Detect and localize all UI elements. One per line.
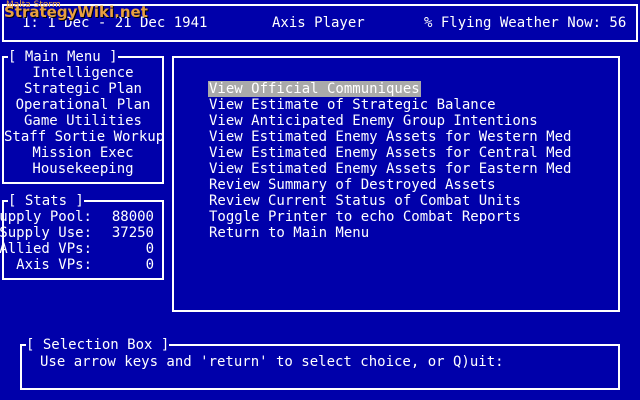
selection-prompt: Use arrow keys and 'return' to select ch… (40, 354, 504, 370)
option-view-official-communiques[interactable]: View Official Communiques (208, 81, 421, 97)
stat-axis-vps: Axis VPs: 0 (8, 257, 158, 273)
selection-box: [ Selection Box ] Use arrow keys and 're… (20, 337, 620, 390)
menu-item-staff-sortie-workup[interactable]: Staff Sortie Workup (4, 129, 164, 145)
option-view-strategic-balance[interactable]: View Estimate of Strategic Balance (208, 97, 497, 113)
watermark-logo: StrategyWiki.net (4, 3, 148, 21)
menu-item-game-utilities[interactable]: Game Utilities (4, 113, 162, 129)
stat-label: Axis VPs: (16, 257, 92, 273)
option-combat-units-status[interactable]: Review Current Status of Combat Units (208, 193, 522, 209)
option-toggle-printer[interactable]: Toggle Printer to echo Combat Reports (208, 209, 522, 225)
option-enemy-assets-western-med[interactable]: View Estimated Enemy Assets for Western … (208, 129, 572, 145)
selection-box-title: [ Selection Box ] (26, 337, 170, 353)
stat-allied-vps: Allied VPs: 0 (0, 241, 158, 257)
stat-value: 37250 (111, 225, 154, 241)
player-side: Axis Player (272, 15, 365, 31)
stat-value: 0 (145, 241, 154, 257)
stats-title: [ Stats ] (8, 193, 84, 209)
stat-supply-pool: Supply Pool: 88000 (0, 209, 158, 225)
menu-item-housekeeping[interactable]: Housekeeping (4, 161, 162, 177)
flying-weather: % Flying Weather Now: 56 (424, 15, 627, 31)
main-menu: [ Main Menu ] Intelligence Strategic Pla… (2, 49, 164, 184)
menu-item-mission-exec[interactable]: Mission Exec (4, 145, 162, 161)
stat-supply-use: Supply Use: 37250 (0, 225, 158, 241)
option-enemy-assets-central-med[interactable]: View Estimated Enemy Assets for Central … (208, 145, 572, 161)
option-view-enemy-intentions[interactable]: View Anticipated Enemy Group Intentions (208, 113, 539, 129)
stats-panel: [ Stats ] Supply Pool: 88000 Supply Use:… (0, 193, 164, 280)
stat-value: 88000 (111, 209, 154, 225)
intelligence-options-panel: View Official Communiques View Estimate … (172, 56, 620, 312)
option-destroyed-assets-summary[interactable]: Review Summary of Destroyed Assets (208, 177, 497, 193)
stat-label: Supply Pool: (0, 209, 92, 225)
main-menu-title: [ Main Menu ] (8, 49, 118, 65)
stat-label: Allied VPs: (0, 241, 92, 257)
stat-label: Supply Use: (0, 225, 92, 241)
menu-item-strategic-plan[interactable]: Strategic Plan (4, 81, 162, 97)
menu-item-intelligence[interactable]: Intelligence (4, 65, 162, 81)
stat-value: 0 (145, 257, 154, 273)
menu-item-operational-plan[interactable]: Operational Plan (4, 97, 162, 113)
option-return-main-menu[interactable]: Return to Main Menu (208, 225, 370, 241)
option-enemy-assets-eastern-med[interactable]: View Estimated Enemy Assets for Eastern … (208, 161, 572, 177)
